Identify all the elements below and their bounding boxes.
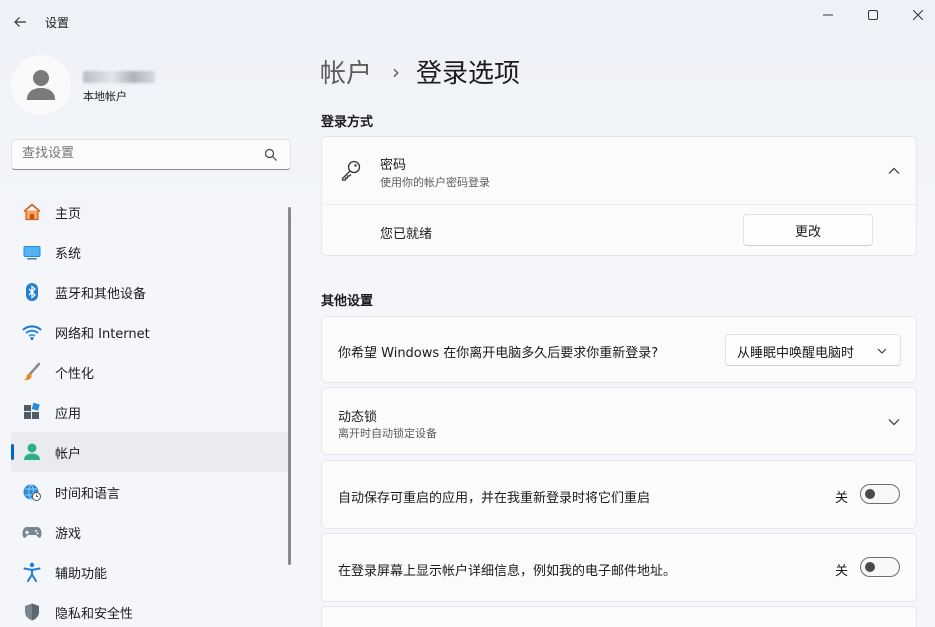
- sidebar-item-home[interactable]: 主页: [11, 192, 289, 232]
- section-heading-other: 其他设置: [321, 294, 374, 309]
- back-arrow-icon: [14, 17, 26, 27]
- sidebar-item-bluetooth[interactable]: 蓝牙和其他设备: [11, 272, 289, 312]
- sidebar-item-label: 主页: [55, 206, 82, 222]
- apps-icon: [21, 401, 43, 423]
- gamepad-icon: [21, 521, 43, 543]
- sidebar-item-personalization[interactable]: 个性化: [11, 352, 289, 392]
- password-title: 密码: [380, 158, 407, 173]
- change-password-button[interactable]: 更改: [743, 214, 873, 246]
- toggle-state-label: 关: [835, 564, 849, 579]
- password-card-body: 您已就绪 更改: [321, 204, 917, 256]
- sidebar-item-label: 时间和语言: [55, 486, 121, 502]
- chevron-up-icon[interactable]: [887, 164, 901, 178]
- sidebar-item-accounts[interactable]: 帐户: [11, 432, 289, 472]
- next-setting-card-partial: [321, 606, 917, 627]
- app-title: 设置: [45, 16, 70, 30]
- breadcrumb: 帐户 › 登录选项: [320, 53, 520, 90]
- sidebar-item-label: 帐户: [55, 446, 82, 462]
- toggle-knob: [865, 562, 875, 572]
- sidebar-item-time-language[interactable]: 时间和语言: [11, 472, 289, 512]
- sidebar-item-privacy[interactable]: 隐私和安全性: [11, 592, 289, 627]
- user-icon: [27, 70, 55, 100]
- globe-clock-icon: [21, 481, 43, 503]
- sidebar-item-label: 游戏: [55, 526, 82, 542]
- sidebar-item-label: 辅助功能: [55, 566, 108, 582]
- home-icon: [21, 201, 43, 223]
- password-card-header[interactable]: 密码 使用你的帐户密码登录: [321, 136, 917, 205]
- maximize-icon: [868, 10, 878, 20]
- account-type-label: 本地帐户: [83, 90, 127, 103]
- sidebar-item-apps[interactable]: 应用: [11, 392, 289, 432]
- restart-apps-card: 自动保存可重启的应用，并在我重新登录时将它们重启 关: [321, 460, 917, 529]
- breadcrumb-parent[interactable]: 帐户: [320, 53, 372, 90]
- sidebar-item-network[interactable]: 网络和 Internet: [11, 312, 289, 352]
- sidebar-item-label: 蓝牙和其他设备: [55, 286, 147, 302]
- minimize-icon: [823, 14, 833, 16]
- require-signin-dropdown[interactable]: 从睡眠中唤醒电脑时: [725, 334, 901, 366]
- toggle-state-label: 关: [835, 491, 849, 506]
- require-signin-label: 你希望 Windows 在你离开电脑多久后要求你重新登录?: [338, 346, 659, 361]
- show-details-card: 在登录屏幕上显示帐户详细信息，例如我的电子邮件地址。 关: [321, 533, 917, 602]
- sidebar-item-label: 网络和 Internet: [55, 326, 150, 342]
- dropdown-selected-value: 从睡眠中唤醒电脑时: [737, 346, 855, 361]
- back-button[interactable]: [8, 10, 32, 34]
- search-input[interactable]: [22, 146, 252, 161]
- chevron-down-icon: [877, 348, 887, 354]
- key-icon: [341, 160, 361, 181]
- shield-icon: [21, 601, 43, 623]
- close-icon: [913, 10, 923, 20]
- close-button[interactable]: [895, 0, 935, 30]
- sidebar-scrollbar[interactable]: [288, 207, 291, 565]
- page-title: 登录选项: [416, 59, 521, 89]
- sidebar-item-label: 应用: [55, 406, 82, 422]
- wifi-icon: [21, 321, 43, 343]
- restart-apps-label: 自动保存可重启的应用，并在我重新登录时将它们重启: [338, 491, 651, 506]
- sidebar-item-gaming[interactable]: 游戏: [11, 512, 289, 552]
- restart-apps-toggle[interactable]: [860, 484, 900, 504]
- brush-icon: [21, 361, 43, 383]
- show-details-label: 在登录屏幕上显示帐户详细信息，例如我的电子邮件地址。: [338, 564, 677, 579]
- sidebar-item-label: 个性化: [55, 366, 95, 382]
- sidebar-nav: 主页 系统 蓝牙和其他设备 网络和 Internet 个性化 应用 帐户 时间和…: [11, 192, 289, 627]
- minimize-button[interactable]: [805, 0, 851, 30]
- section-heading-sign-in: 登录方式: [321, 115, 374, 130]
- password-subtitle: 使用你的帐户密码登录: [380, 176, 490, 189]
- sidebar-item-accessibility[interactable]: 辅助功能: [11, 552, 289, 592]
- search-icon[interactable]: [264, 148, 278, 162]
- account-icon: [21, 441, 43, 463]
- title-bar: 设置: [0, 0, 935, 44]
- avatar[interactable]: [11, 55, 71, 115]
- password-status: 您已就绪: [380, 227, 433, 242]
- dynamic-lock-title: 动态锁: [338, 410, 378, 425]
- sidebar-item-system[interactable]: 系统: [11, 232, 289, 272]
- user-name-redacted: [83, 71, 155, 83]
- dynamic-lock-subtitle: 离开时自动锁定设备: [338, 427, 437, 440]
- sidebar-item-label: 系统: [55, 246, 82, 262]
- system-icon: [21, 241, 43, 263]
- toggle-knob: [865, 489, 875, 499]
- accessibility-icon: [21, 561, 43, 583]
- dynamic-lock-card[interactable]: 动态锁 离开时自动锁定设备: [321, 387, 917, 455]
- breadcrumb-separator: ›: [392, 59, 401, 84]
- show-details-toggle[interactable]: [860, 557, 900, 577]
- bluetooth-icon: [21, 281, 43, 303]
- search-box[interactable]: [11, 139, 291, 170]
- sidebar-item-label: 隐私和安全性: [55, 606, 134, 622]
- maximize-button[interactable]: [850, 0, 896, 30]
- chevron-down-icon[interactable]: [887, 415, 901, 429]
